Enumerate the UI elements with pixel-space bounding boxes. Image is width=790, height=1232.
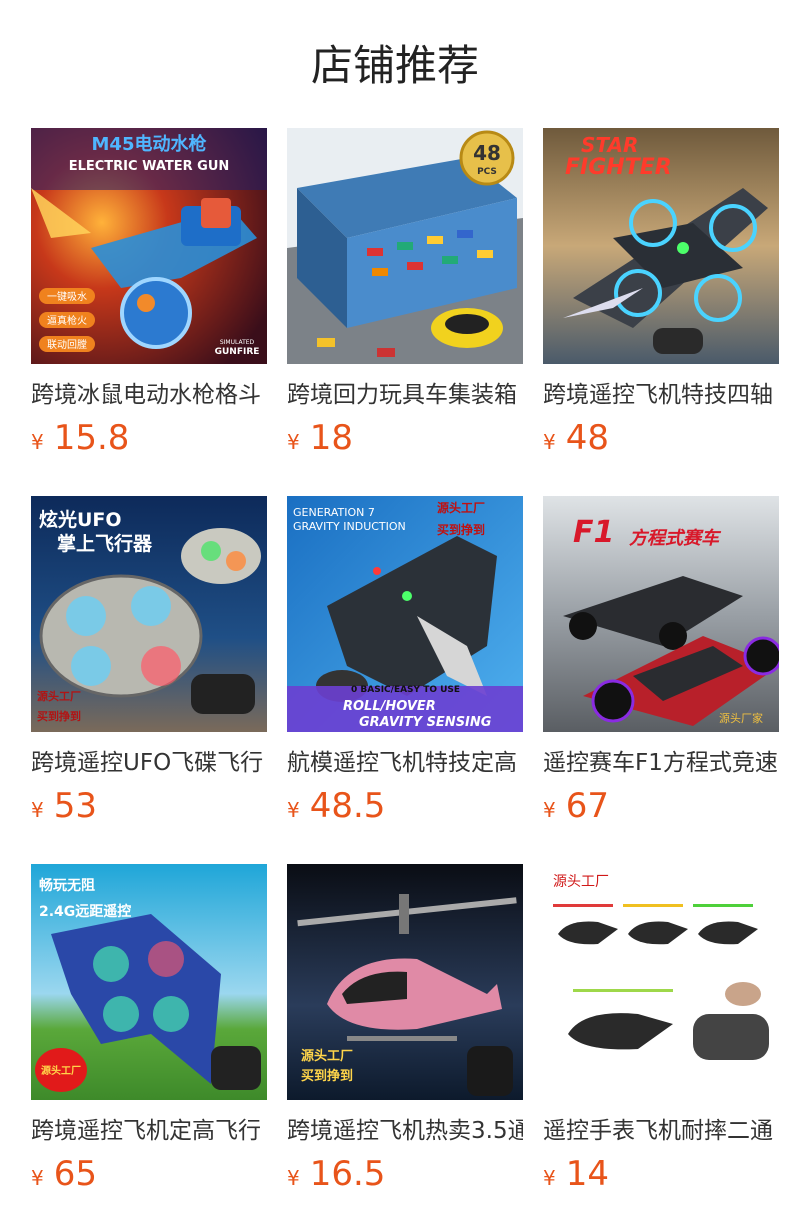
product-price: ¥53 [31,786,267,826]
product-name[interactable]: 跨境遥控UFO飞碟飞行 [31,746,267,780]
image-text: GRAVITY INDUCTION [293,520,406,533]
product-price: ¥67 [543,786,779,826]
watch-helicopter-image[interactable]: 源头工厂 [543,864,779,1100]
image-text: 买到挣到 [437,522,485,537]
currency-symbol: ¥ [287,430,300,454]
price-value: 14 [565,1154,609,1194]
product-name[interactable]: 跨境遥控飞机定高飞行 [31,1114,267,1148]
product-name[interactable]: 跨境遥控飞机特技四轴 [543,378,779,412]
image-text: 逼真枪火 [47,314,87,327]
product-card[interactable]: STAR FIGHTER 跨境遥控飞机特技四轴 ¥48 [543,128,779,478]
image-text: 炫光UFO [39,508,122,531]
price-value: 15.8 [53,418,130,458]
product-card[interactable]: 畅玩无阻 2.4G远距遥控 源头工厂 跨境遥控飞机定高飞行 ¥65 [31,864,267,1214]
product-price: ¥48 [543,418,779,458]
product-name[interactable]: 跨境冰鼠电动水枪格斗 [31,378,267,412]
image-text: 买到挣到 [301,1068,353,1084]
image-text: M45电动水枪 [92,133,207,155]
currency-symbol: ¥ [543,1166,556,1190]
water-gun-image[interactable]: M45电动水枪 ELECTRIC WATER GUN 一键吸水 逼真枪火 联动回… [31,128,267,364]
product-card[interactable]: F1 方程式赛车 源头厂家 遥控赛车F1方程式竞速 ¥67 [543,496,779,846]
price-value: 48 [565,418,609,458]
product-price: ¥15.8 [31,418,267,458]
product-name[interactable]: 遥控赛车F1方程式竞速 [543,746,779,780]
product-price: ¥65 [31,1154,267,1194]
image-text: 0 BASIC/EASY TO USE [351,685,460,695]
image-text: 掌上飞行器 [57,532,153,555]
product-card[interactable]: GENERATION 7 GRAVITY INDUCTION 源头工厂 买到挣到… [287,496,523,846]
product-price: ¥14 [543,1154,779,1194]
product-name[interactable]: 跨境遥控飞机热卖3.5通 [287,1114,523,1148]
product-card[interactable]: 源头工厂 遥控手表飞机耐摔二通 ¥14 [543,864,779,1214]
product-card[interactable]: M45电动水枪 ELECTRIC WATER GUN 一键吸水 逼真枪火 联动回… [31,128,267,478]
image-text: GRAVITY SENSING [359,715,492,730]
ufo-drone-image[interactable]: 炫光UFO 掌上飞行器 源头工厂 买到挣到 [31,496,267,732]
product-price: ¥48.5 [287,786,523,826]
currency-symbol: ¥ [543,798,556,822]
image-text: 买到挣到 [37,709,81,723]
image-text: F1 [573,515,614,550]
manta-drone-image[interactable]: 畅玩无阻 2.4G远距遥控 源头工厂 [31,864,267,1100]
image-text: 源头工厂 [437,500,485,515]
currency-symbol: ¥ [31,798,44,822]
product-card[interactable]: 源头工厂 买到挣到 跨境遥控飞机热卖3.5通 ¥16.5 [287,864,523,1214]
page-title: 店铺推荐 [310,41,479,90]
product-card[interactable]: 48 PCS 跨境回力玩具车集装箱 ¥18 [287,128,523,478]
currency-symbol: ¥ [287,798,300,822]
image-text: 源头工厂 [37,689,81,703]
image-text: 一键吸水 [47,290,87,303]
currency-symbol: ¥ [287,1166,300,1190]
stunt-plane-image[interactable]: STAR FIGHTER [543,128,779,364]
price-value: 65 [53,1154,97,1194]
image-text: SIMULATED [220,339,255,346]
currency-symbol: ¥ [31,1166,44,1190]
price-value: 53 [53,786,97,826]
product-name[interactable]: 遥控手表飞机耐摔二通 [543,1114,779,1148]
image-text: 方程式赛车 [629,528,722,549]
product-price: ¥18 [287,418,523,458]
image-text: 源头工厂 [41,1064,81,1077]
price-value: 48.5 [309,786,386,826]
image-text: 源头厂家 [719,711,763,725]
image-text: 联动回膛 [47,338,87,351]
f1-car-image[interactable]: F1 方程式赛车 源头厂家 [543,496,779,732]
image-text: 畅玩无阻 [39,877,95,894]
price-value: 18 [309,418,353,458]
image-text: GUNFIRE [215,347,260,357]
image-text: PCS [477,167,497,177]
product-card[interactable]: 炫光UFO 掌上飞行器 源头工厂 买到挣到 跨境遥控UFO飞碟飞行 ¥53 [31,496,267,846]
image-text: FIGHTER [565,155,672,180]
image-text: 源头工厂 [553,874,609,890]
toy-car-container-image[interactable]: 48 PCS [287,128,523,364]
pink-helicopter-image[interactable]: 源头工厂 买到挣到 [287,864,523,1100]
image-text: ROLL/HOVER [343,699,436,714]
product-price: ¥16.5 [287,1154,523,1194]
image-text: 48 [473,141,501,165]
price-value: 67 [565,786,609,826]
product-name[interactable]: 跨境回力玩具车集装箱 [287,378,523,412]
image-text: 2.4G远距遥控 [39,903,131,920]
gravity-plane-image[interactable]: GENERATION 7 GRAVITY INDUCTION 源头工厂 买到挣到… [287,496,523,732]
image-text: GENERATION 7 [293,506,375,519]
image-text: STAR [581,133,638,157]
image-text: 源头工厂 [301,1048,353,1064]
currency-symbol: ¥ [31,430,44,454]
product-name[interactable]: 航模遥控飞机特技定高 [287,746,523,780]
price-value: 16.5 [309,1154,386,1194]
currency-symbol: ¥ [543,430,556,454]
image-text: ELECTRIC WATER GUN [69,159,230,174]
